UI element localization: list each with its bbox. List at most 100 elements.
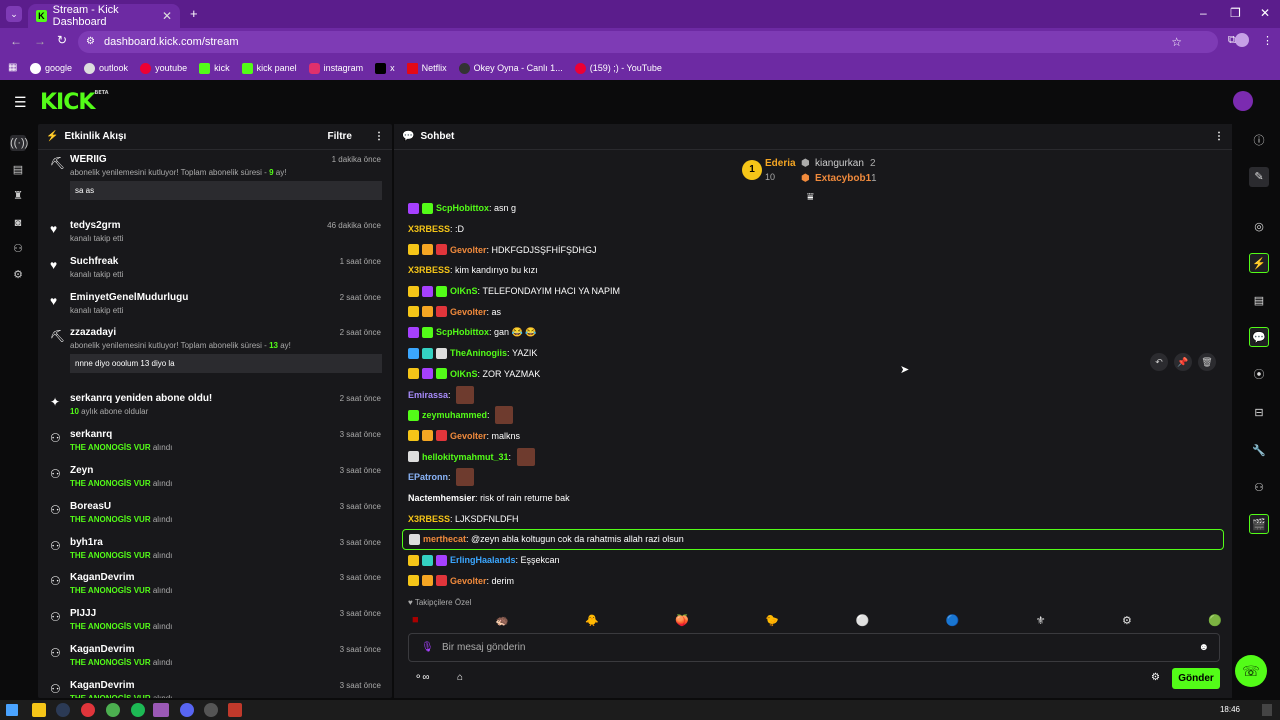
activity-username[interactable]: EminyetGenelMudurlugu	[70, 291, 382, 305]
emote-item[interactable]: ⚙	[1122, 614, 1132, 627]
chat-username[interactable]: EPatronn	[408, 472, 448, 482]
chat-message[interactable]: OlKnS: ZOR YAZMAK	[408, 364, 1228, 385]
users-icon[interactable]: ⚇	[1249, 478, 1269, 498]
chat-message[interactable]: Gevolter: as	[408, 301, 1228, 322]
leader-1-name[interactable]: Ederia	[765, 158, 796, 169]
chat-message[interactable]: Nactemhemsier: risk of rain returne bak	[408, 488, 1228, 509]
bookmark-google[interactable]: google	[30, 62, 72, 74]
menu-icon[interactable]: ☰	[14, 94, 27, 111]
site-info-icon[interactable]: ⚙	[86, 31, 95, 53]
emote-item[interactable]: ■	[412, 614, 419, 627]
emoji-icon[interactable]: ☻	[1198, 634, 1209, 661]
bookmark-x[interactable]: x	[375, 62, 395, 74]
emote-item[interactable]: ⚜	[1036, 614, 1046, 627]
camera-icon[interactable]: ◙	[10, 215, 26, 231]
chat-message[interactable]: EPatronn:	[408, 467, 1228, 488]
minimize-icon[interactable]: –	[1200, 6, 1207, 20]
chat-username[interactable]: merthecat	[423, 534, 466, 544]
activity-item[interactable]: ♥ Suchfreak 1 saat önce kanalı takip etti	[38, 252, 392, 288]
chat-username[interactable]: Nactemhemsier	[408, 493, 475, 503]
bookmark-youtube[interactable]: youtube	[140, 62, 187, 74]
bookmark-instagram[interactable]: instagram	[308, 62, 363, 74]
activity-item[interactable]: ♥ EminyetGenelMudurlugu 2 saat önce kanalı …	[38, 288, 392, 324]
tab-search-icon[interactable]: ⌄	[6, 6, 22, 22]
emote-item[interactable]: ⚪	[856, 614, 870, 627]
bookmark-netflix[interactable]: Netflix	[406, 62, 447, 74]
chat-username[interactable]: Gevolter	[450, 245, 487, 255]
chat-icon[interactable]: 💬	[1249, 327, 1269, 347]
activity-item[interactable]: ⚇ KaganDevrim3 saat önce THE ANONOGİS VUR …	[38, 568, 392, 604]
loop-icon[interactable]: ⚬∞	[414, 672, 430, 683]
opera-icon[interactable]	[81, 703, 95, 717]
show-desktop-icon[interactable]	[1262, 704, 1272, 716]
activity-item[interactable]: ⚇ serkanrq 3 saat önce THE ANONOGİS VUR alı…	[38, 425, 392, 461]
chat-username[interactable]: Emirassa	[408, 390, 448, 400]
chat-message[interactable]: Gevolter: derim	[408, 570, 1228, 591]
activity-username[interactable]: Suchfreak	[70, 255, 382, 269]
support-chat-icon[interactable]: ☏	[1235, 655, 1267, 687]
activity-item[interactable]: ⛏ zzazadayi 2 saat önce abonelik yenilemesi…	[38, 323, 392, 389]
chat-message[interactable]: hellokitymahmut_31:	[408, 446, 1228, 467]
chat-message[interactable]: ScpHobittox: gan 😂 😂	[408, 322, 1228, 343]
chat-message[interactable]: ScpHobittox: asn g	[408, 198, 1228, 219]
emote-item[interactable]: 🍑	[675, 614, 689, 627]
chat-username[interactable]: X3RBESS	[408, 224, 450, 234]
chat-username[interactable]: hellokitymahmut_31	[422, 452, 509, 462]
bookmark-star-icon[interactable]: ☆	[1171, 31, 1182, 53]
chat-username[interactable]: OlKnS	[450, 369, 478, 379]
chrome-icon[interactable]	[106, 703, 120, 717]
emote-item[interactable]: 🟢	[1208, 614, 1222, 627]
activity-item[interactable]: ⚇ BoreasU 3 saat önce THE ANONOGİS VUR alın…	[38, 497, 392, 533]
activity-username[interactable]: KaganDevrim	[70, 679, 382, 693]
apps-grid-icon[interactable]: ▦	[8, 62, 17, 73]
chat-username[interactable]: zeymuhammed	[422, 410, 487, 420]
chat-message[interactable]: OlKnS: TELEFONDAYIM HACI YA NAPIM	[408, 281, 1228, 302]
user-avatar[interactable]	[1233, 91, 1253, 111]
new-tab-icon[interactable]: +	[190, 6, 198, 21]
chat-username[interactable]: TheAninogiis	[450, 348, 507, 358]
leader-3-name[interactable]: Extacybob1	[815, 173, 871, 184]
back-icon[interactable]: ←	[10, 34, 22, 48]
address-bar[interactable]: ⚙ dashboard.kick.com/stream ☆	[78, 31, 1218, 53]
notes-icon[interactable]: ▤	[1249, 291, 1269, 311]
mic-icon[interactable]: 🎙	[421, 634, 434, 661]
profile-avatar[interactable]	[1235, 33, 1249, 47]
emote-item[interactable]: 🦔	[495, 614, 509, 627]
activity-item[interactable]: ⚇ Zeyn 3 saat önce THE ANONOGİS VUR alındı	[38, 461, 392, 497]
wrench-icon[interactable]: 🔧	[1249, 441, 1269, 461]
activity-item[interactable]: ⚇ KaganDevrim3 saat önce THE ANONOGİS VUR …	[38, 676, 392, 698]
chat-message[interactable]: X3RBESS: :D	[408, 219, 1228, 240]
chat-message[interactable]: TheAninogiis: YAZIK	[408, 343, 1228, 364]
send-button[interactable]: Gönder	[1172, 668, 1220, 689]
info-icon[interactable]: ⓘ	[1249, 131, 1269, 151]
chat-message[interactable]: Gevolter: malkns	[408, 426, 1228, 447]
activity-item[interactable]: ⚇ PIJJJ 3 saat önce THE ANONOGİS VUR alındı	[38, 604, 392, 640]
chat-message[interactable]: X3RBESS: kim kandırıyo bu kızı	[408, 260, 1228, 281]
activity-username[interactable]: PIJJJ	[70, 607, 382, 621]
chat-username[interactable]: Gevolter	[450, 576, 487, 586]
activity-item[interactable]: ⛏ WERIIG 1 dakika önce abonelik yenilemesin…	[38, 150, 392, 216]
bookmark-okey[interactable]: Okey Oyna - Canlı 1...	[458, 62, 563, 74]
bookmark-outlook[interactable]: outlook	[84, 62, 128, 74]
pin-icon[interactable]: 📌	[1174, 353, 1192, 371]
restore-icon[interactable]: ❐	[1230, 6, 1241, 20]
activity-username[interactable]: byh1ra	[70, 536, 382, 550]
file-explorer-icon[interactable]	[32, 703, 46, 717]
chat-username[interactable]: ErlingHaalands	[450, 555, 516, 565]
analytics-icon[interactable]: ▤	[10, 162, 26, 178]
spotify-icon[interactable]	[131, 703, 145, 717]
windows-start-icon[interactable]	[6, 704, 18, 716]
activity-username[interactable]: KaganDevrim	[70, 571, 382, 585]
chat-username[interactable]: Gevolter	[450, 307, 487, 317]
broadcast-icon[interactable]: ⦿	[1249, 365, 1269, 385]
chat-menu-icon[interactable]: ⋮	[1214, 131, 1224, 142]
activity-username[interactable]: Zeyn	[70, 464, 382, 478]
emote-item[interactable]: 🐤	[765, 614, 779, 627]
chat-message[interactable]: zeymuhammed:	[408, 405, 1228, 426]
chat-message[interactable]: Gevolter: HDKFGDJSŞFHİFŞDHGJ	[408, 239, 1228, 260]
clapperboard-icon[interactable]: 🎬	[1249, 514, 1269, 534]
chat-message[interactable]: merthecat: @zeyn abla koltugun cok da ra…	[402, 529, 1224, 550]
trophy-icon[interactable]: ♜	[10, 188, 26, 204]
settings-icon[interactable]: ⚙	[10, 267, 26, 283]
discord-icon[interactable]	[180, 703, 194, 717]
